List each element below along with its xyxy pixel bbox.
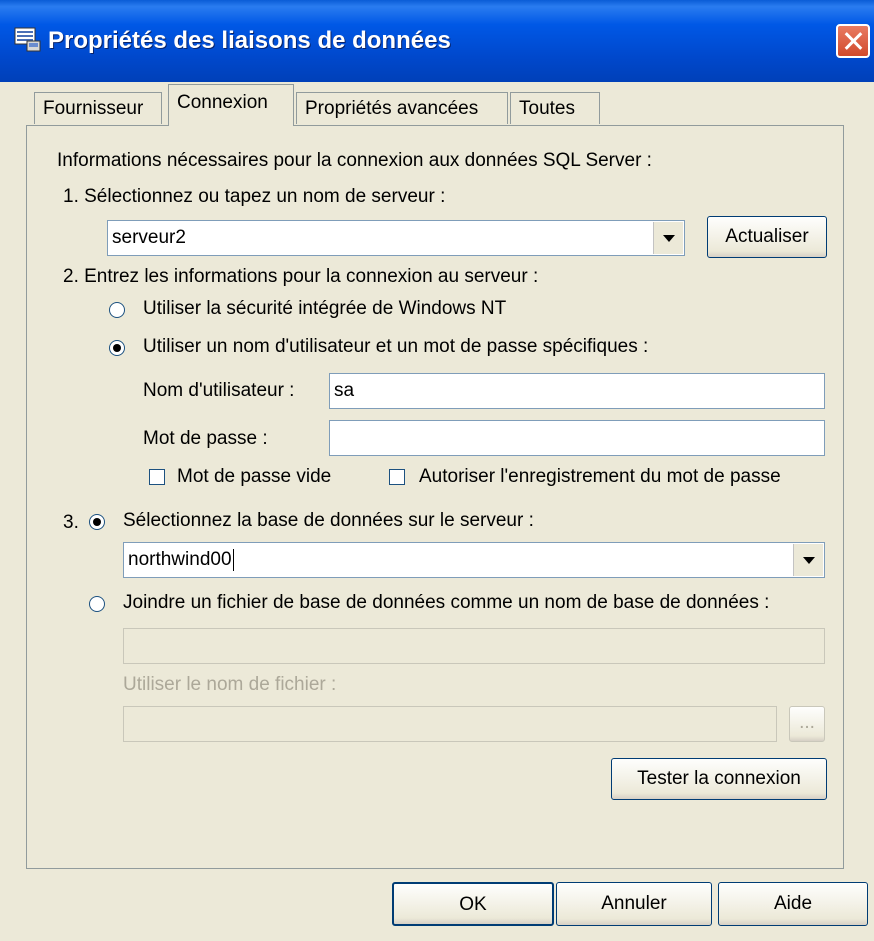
radio-select-database[interactable] <box>89 514 105 530</box>
server-combobox[interactable]: serveur2 <box>107 220 685 256</box>
checkbox-blank-password[interactable] <box>149 469 165 485</box>
filename-field[interactable] <box>123 706 777 742</box>
cancel-label: Annuler <box>601 893 667 914</box>
browse-button[interactable]: ... <box>789 706 825 742</box>
checkbox-save-password[interactable] <box>389 469 405 485</box>
test-connection-label: Tester la connexion <box>637 768 801 789</box>
server-value: serveur2 <box>112 227 186 248</box>
radio-specific-label: Utiliser un nom d'utilisateur et un mot … <box>143 336 649 357</box>
blank-password-label: Mot de passe vide <box>177 466 332 487</box>
tab-label: Fournisseur <box>43 98 144 119</box>
radio-attach-file[interactable] <box>89 596 105 612</box>
help-button[interactable]: Aide <box>718 882 868 926</box>
browse-label: ... <box>799 712 815 733</box>
password-label: Mot de passe : <box>143 428 268 449</box>
tab-connexion[interactable]: Connexion <box>168 84 294 126</box>
tab-proprietes-avancees[interactable]: Propriétés avancées <box>296 92 508 124</box>
radio-integrated-label: Utiliser la sécurité intégrée de Windows… <box>143 298 507 319</box>
save-password-label: Autoriser l'enregistrement du mot de pas… <box>419 466 781 487</box>
chevron-down-icon[interactable] <box>653 222 683 254</box>
ok-button[interactable]: OK <box>392 882 554 926</box>
text-caret <box>232 548 234 571</box>
radio-select-database-label: Sélectionnez la base de données sur le s… <box>123 510 534 531</box>
refresh-label: Actualiser <box>725 226 809 247</box>
intro-text: Informations nécessaires pour la connexi… <box>57 150 652 171</box>
attach-db-name-field[interactable] <box>123 628 825 664</box>
tab-label: Toutes <box>519 98 575 119</box>
tab-label: Connexion <box>177 92 268 113</box>
refresh-button[interactable]: Actualiser <box>707 216 827 258</box>
radio-attach-label: Joindre un fichier de base de données co… <box>123 592 770 613</box>
username-label: Nom d'utilisateur : <box>143 380 295 401</box>
dialog-window: Propriétés des liaisons de données Fourn… <box>0 0 874 941</box>
tab-toutes[interactable]: Toutes <box>510 92 600 124</box>
title-bar[interactable]: Propriétés des liaisons de données <box>0 0 874 82</box>
close-button[interactable] <box>836 24 870 58</box>
chevron-down-icon[interactable] <box>793 544 823 576</box>
tab-panel-connexion: Informations nécessaires pour la connexi… <box>26 125 844 869</box>
database-combobox[interactable]: northwind00 <box>123 542 825 578</box>
username-field[interactable]: sa <box>329 373 825 409</box>
password-field[interactable] <box>329 420 825 456</box>
data-link-icon <box>14 27 41 52</box>
help-label: Aide <box>773 893 813 914</box>
step2-label: 2. Entrez les informations pour la conne… <box>63 266 539 287</box>
tab-fournisseur[interactable]: Fournisseur <box>34 92 162 124</box>
radio-integrated-security[interactable] <box>109 302 125 318</box>
filename-label: Utiliser le nom de fichier : <box>123 674 337 695</box>
radio-specific-user[interactable] <box>109 340 125 356</box>
username-value: sa <box>334 380 355 401</box>
step3-number: 3. <box>63 512 79 533</box>
ok-label: OK <box>459 894 487 915</box>
test-connection-button[interactable]: Tester la connexion <box>611 758 827 800</box>
window-title: Propriétés des liaisons de données <box>48 27 451 54</box>
database-value: northwind00 <box>128 549 232 570</box>
tab-label: Propriétés avancées <box>305 98 479 119</box>
step1-label: 1. Sélectionnez ou tapez un nom de serve… <box>63 186 446 207</box>
cancel-button[interactable]: Annuler <box>556 882 712 926</box>
